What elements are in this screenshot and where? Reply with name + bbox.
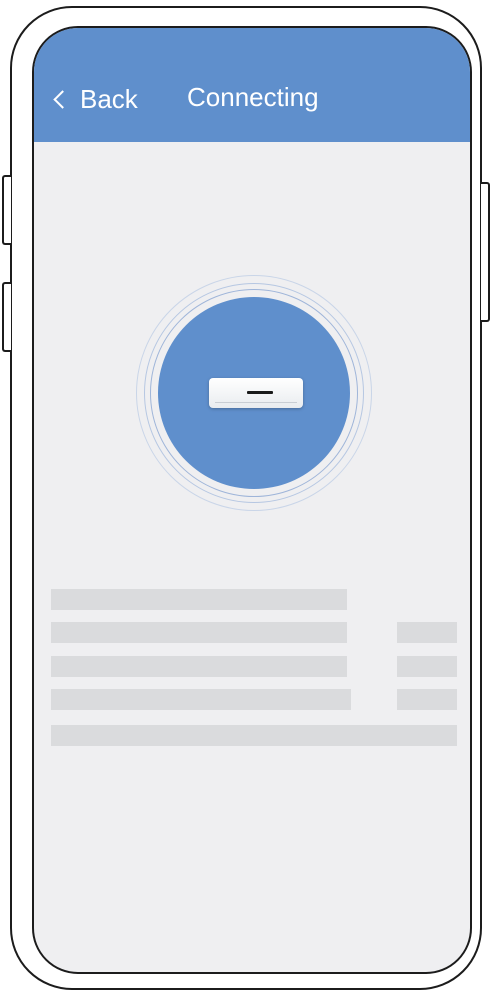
ac-vent-line <box>215 402 297 403</box>
volume-down-button <box>2 282 11 352</box>
value-placeholder-2 <box>397 656 457 677</box>
volume-up-button <box>2 175 11 245</box>
text-placeholder-line-1 <box>51 589 347 610</box>
page-title: Connecting <box>187 82 319 112</box>
app-screen: Back Connecting <box>32 26 472 974</box>
air-conditioner-icon <box>209 378 303 408</box>
back-label: Back <box>80 84 138 114</box>
text-placeholder-line-4 <box>51 689 351 710</box>
value-placeholder-3 <box>397 689 457 710</box>
text-placeholder-line-5 <box>51 725 457 746</box>
chevron-left-icon <box>53 90 72 109</box>
text-placeholder-line-3 <box>51 656 347 677</box>
back-button[interactable]: Back <box>52 84 138 115</box>
power-button <box>481 182 490 322</box>
nav-header: Back Connecting <box>34 28 470 142</box>
text-placeholder-line-2 <box>51 622 347 643</box>
value-placeholder-1 <box>397 622 457 643</box>
ac-display-slot <box>247 391 273 394</box>
